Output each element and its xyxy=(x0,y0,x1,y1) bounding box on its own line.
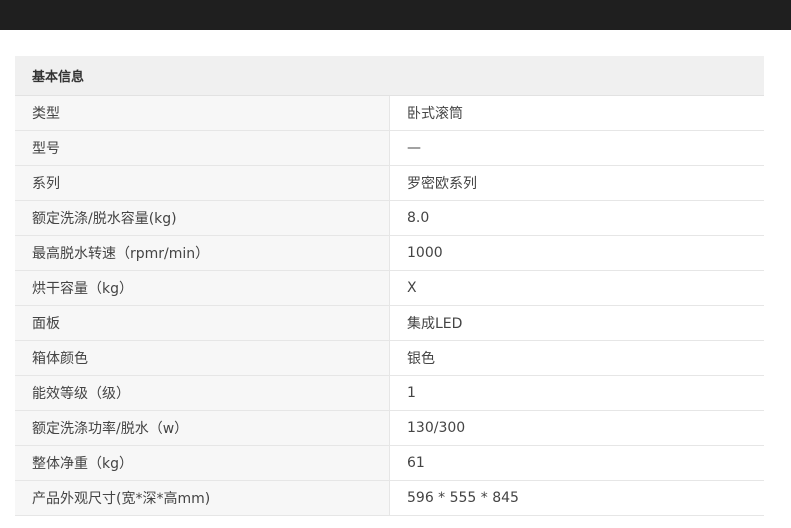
spec-label: 最高脱水转速（rpmr/min） xyxy=(15,235,390,271)
spec-table: 基本信息 类型 卧式滚筒 型号 — 系列 罗密欧系列 额定洗涤/脱水容量(kg)… xyxy=(15,56,764,516)
spec-label: 面板 xyxy=(15,305,390,341)
spec-row-energy-grade: 能效等级（级） 1 xyxy=(15,375,764,411)
spec-value: — xyxy=(389,130,764,166)
spec-row-color: 箱体颜色 银色 xyxy=(15,340,764,376)
spec-label: 产品外观尺寸(宽*深*高mm) xyxy=(15,480,390,516)
spec-label: 类型 xyxy=(15,95,390,131)
section-title: 基本信息 xyxy=(15,56,764,96)
top-bar xyxy=(0,0,791,30)
spec-label: 能效等级（级） xyxy=(15,375,390,411)
spec-value: 罗密欧系列 xyxy=(389,165,764,201)
spec-label: 箱体颜色 xyxy=(15,340,390,376)
spec-value: 卧式滚筒 xyxy=(389,95,764,131)
spec-label: 额定洗涤功率/脱水（w） xyxy=(15,410,390,446)
spec-row-model: 型号 — xyxy=(15,130,764,166)
spec-value: 61 xyxy=(389,445,764,481)
spec-value: 8.0 xyxy=(389,200,764,236)
spec-value: 130/300 xyxy=(389,410,764,446)
spec-value: 银色 xyxy=(389,340,764,376)
spec-row-dry-capacity: 烘干容量（kg） X xyxy=(15,270,764,306)
spec-label: 烘干容量（kg） xyxy=(15,270,390,306)
spec-row-panel: 面板 集成LED xyxy=(15,305,764,341)
spec-row-capacity: 额定洗涤/脱水容量(kg) 8.0 xyxy=(15,200,764,236)
spec-row-type: 类型 卧式滚筒 xyxy=(15,95,764,131)
spec-row-dimensions: 产品外观尺寸(宽*深*高mm) 596 * 555 * 845 xyxy=(15,480,764,516)
spec-label: 型号 xyxy=(15,130,390,166)
spec-row-series: 系列 罗密欧系列 xyxy=(15,165,764,201)
spec-row-power: 额定洗涤功率/脱水（w） 130/300 xyxy=(15,410,764,446)
spec-row-spin-speed: 最高脱水转速（rpmr/min） 1000 xyxy=(15,235,764,271)
section-header: 基本信息 xyxy=(15,56,764,96)
spec-label: 系列 xyxy=(15,165,390,201)
spec-value: 1000 xyxy=(389,235,764,271)
spec-row-weight: 整体净重（kg） 61 xyxy=(15,445,764,481)
spec-value: X xyxy=(389,270,764,306)
spec-value: 596 * 555 * 845 xyxy=(389,480,764,516)
spec-value: 1 xyxy=(389,375,764,411)
spec-label: 额定洗涤/脱水容量(kg) xyxy=(15,200,390,236)
spec-label: 整体净重（kg） xyxy=(15,445,390,481)
spec-value: 集成LED xyxy=(389,305,764,341)
